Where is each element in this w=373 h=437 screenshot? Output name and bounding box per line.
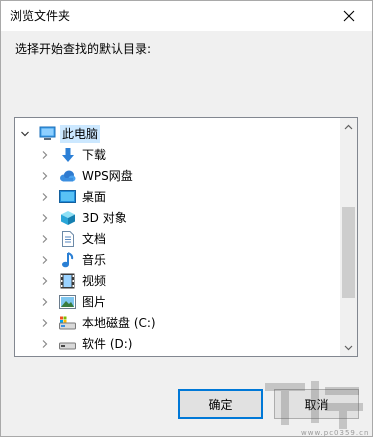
ok-button[interactable]: 确定: [178, 389, 263, 419]
chevron-right-icon[interactable]: [39, 296, 51, 308]
tree-item-label: 图片: [82, 294, 107, 309]
download-icon: [59, 147, 76, 163]
chevron-down-icon: [344, 345, 353, 350]
watermark-site: www.pc0359.cn: [301, 429, 370, 437]
tree-item-label: WPS网盘: [82, 168, 133, 183]
scroll-down-button[interactable]: [340, 339, 357, 356]
tree-item-label: 此电脑: [60, 124, 101, 143]
tree-item-label: 本地磁盘 (C:): [82, 315, 156, 330]
tree-item-wps-cloud[interactable]: WPS网盘: [39, 165, 135, 186]
tree-item-desktop[interactable]: 桌面: [39, 186, 108, 207]
computer-icon: [39, 126, 56, 142]
dialog-title: 浏览文件夹: [10, 9, 71, 23]
tree-item-label: 文档: [82, 231, 107, 246]
desktop-icon: [59, 189, 76, 205]
tree-item-documents[interactable]: 文档: [39, 228, 108, 249]
watermark-logo: [265, 381, 363, 429]
tree-item-pictures[interactable]: 图片: [39, 291, 108, 312]
chevron-right-icon[interactable]: [39, 212, 51, 224]
close-icon: [343, 10, 355, 22]
folder-prompt: 选择开始查找的默认目录:: [15, 42, 152, 56]
scrollbar-thumb[interactable]: [342, 207, 355, 298]
chevron-right-icon[interactable]: [39, 275, 51, 287]
chevron-right-icon[interactable]: [39, 254, 51, 266]
chevron-right-icon[interactable]: [39, 233, 51, 245]
tree-item-this-pc[interactable]: 此电脑: [19, 123, 101, 144]
tree-item-label: 桌面: [82, 189, 107, 204]
tree-item-label: 视频: [82, 273, 107, 288]
chevron-up-icon: [344, 124, 353, 129]
folder-tree[interactable]: 此电脑 下载 WPS网盘 桌面 3D 对象 文档 音乐 视频 图片 本地磁盘 (…: [14, 117, 358, 357]
tree-item-local-disk-c[interactable]: 本地磁盘 (C:): [39, 312, 158, 333]
chevron-right-icon[interactable]: [39, 170, 51, 182]
tree-item-videos[interactable]: 视频: [39, 270, 108, 291]
tree-item-label: 软件 (D:): [82, 336, 133, 351]
music-icon: [59, 251, 76, 268]
tree-item-3d-objects[interactable]: 3D 对象: [39, 207, 129, 228]
title-bar: 浏览文件夹: [1, 1, 372, 31]
cloud-icon: [59, 168, 76, 184]
tree-item-drive-d[interactable]: 软件 (D:): [39, 333, 134, 354]
chevron-right-icon[interactable]: [39, 149, 51, 161]
tree-item-music[interactable]: 音乐: [39, 249, 108, 270]
tree-item-downloads[interactable]: 下载: [39, 144, 108, 165]
chevron-right-icon[interactable]: [39, 338, 51, 350]
tree-item-label: 下载: [82, 147, 107, 162]
tree-item-label: 3D 对象: [82, 210, 127, 225]
close-button[interactable]: [326, 1, 372, 31]
tree-item-label: 音乐: [82, 252, 107, 267]
3d-objects-icon: [59, 210, 76, 226]
browse-folder-dialog: 浏览文件夹 选择开始查找的默认目录: 此电脑 下载 WPS网盘 桌面 3D 对象…: [0, 0, 373, 437]
local-disk-icon: [59, 315, 76, 331]
video-icon: [59, 273, 76, 289]
drive-icon: [59, 336, 76, 352]
vertical-scrollbar[interactable]: [340, 118, 357, 356]
document-icon: [59, 230, 76, 247]
chevron-right-icon[interactable]: [39, 317, 51, 329]
chevron-right-icon[interactable]: [39, 191, 51, 203]
picture-icon: [59, 294, 76, 310]
chevron-down-icon[interactable]: [19, 128, 31, 140]
scroll-up-button[interactable]: [340, 118, 357, 135]
